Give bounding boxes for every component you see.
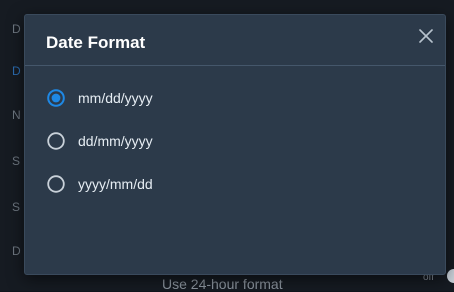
dialog-divider [25, 65, 445, 66]
radio-selected-icon[interactable] [47, 89, 65, 107]
bg-row-initial: D [12, 22, 21, 36]
radio-unselected-icon[interactable] [47, 132, 65, 150]
option-label: dd/mm/yyyy [78, 133, 153, 149]
toggle-switch[interactable] [447, 269, 454, 283]
bg-row-initial: N [12, 108, 21, 122]
close-button[interactable] [415, 25, 437, 47]
option-label: mm/dd/yyyy [78, 90, 153, 106]
bg-row-initial: D [12, 64, 21, 78]
date-format-dialog: Date Format mm/dd/yyyy dd/mm/yyyy yyyy/m… [24, 14, 446, 275]
close-icon [419, 29, 433, 43]
date-format-option-dd-mm-yyyy[interactable]: dd/mm/yyyy [47, 128, 407, 154]
date-format-option-mm-dd-yyyy[interactable]: mm/dd/yyyy [47, 85, 407, 111]
bg-row-initial: D [12, 244, 21, 258]
radio-unselected-icon[interactable] [47, 175, 65, 193]
bg-row-initial: S [12, 200, 21, 214]
bg-row-initial: S [12, 154, 21, 168]
use-24-hour-format-label: Use 24-hour format [162, 276, 283, 292]
dialog-title: Date Format [46, 33, 146, 52]
option-label: yyyy/mm/dd [78, 176, 153, 192]
date-format-option-yyyy-mm-dd[interactable]: yyyy/mm/dd [47, 171, 407, 197]
